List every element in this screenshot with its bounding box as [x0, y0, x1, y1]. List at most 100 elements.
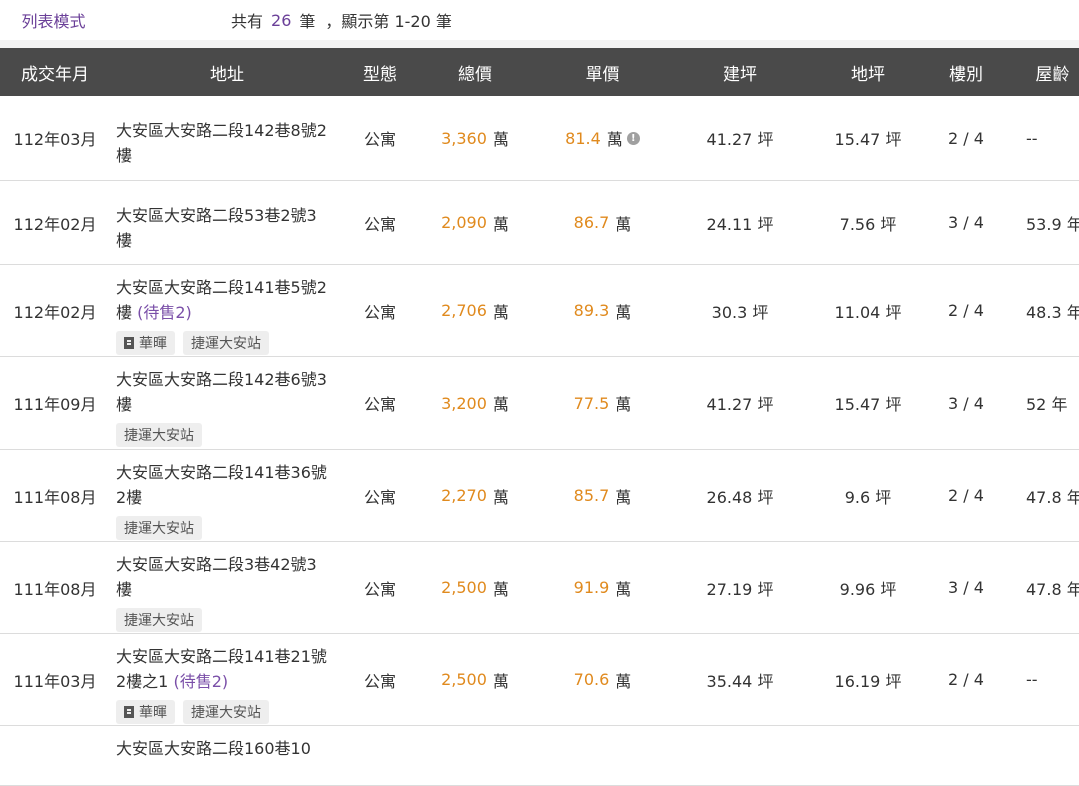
col-type[interactable]: 型態: [350, 48, 410, 96]
table-row[interactable]: 112年02月 大安區大安路二段141巷5號2樓 (待售2) 華暉 捷運大安站 公寓 2,…: [0, 265, 1079, 357]
address-text[interactable]: 大安區大安路二段141巷36號2樓: [116, 460, 328, 510]
col-total-price[interactable]: 總價: [430, 48, 520, 96]
address-link[interactable]: 大安區大安路二段3巷42號3樓: [116, 555, 317, 599]
table-row[interactable]: 大安區大安路二段160巷10: [0, 726, 1079, 786]
total-count: 26: [271, 10, 292, 30]
cell-date: 112年02月: [13, 214, 97, 234]
col-land-area[interactable]: 地坪: [818, 48, 918, 96]
cell-total-price: [430, 726, 520, 785]
cell-type: 公寓: [363, 579, 396, 599]
cell-unit-price: 86.7 萬: [555, 181, 650, 264]
tag-mrt-station[interactable]: 捷運大安站: [183, 331, 269, 355]
cell-total-price: 3,200 萬: [430, 357, 520, 449]
cell-age: 47.8 年: [1026, 579, 1079, 599]
summary-unit: 筆: [299, 12, 316, 31]
cell-unit-price: 91.9 萬: [555, 542, 650, 633]
total-price-unit: 萬: [492, 579, 509, 599]
cell-total-price: 3,360 萬: [430, 96, 520, 180]
cell-total-price: 2,500 萬: [430, 634, 520, 725]
tag-mrt-station[interactable]: 捷運大安站: [183, 700, 269, 724]
tag-label: 華暉: [139, 705, 167, 721]
unit-price-unit: 萬: [615, 671, 632, 691]
tag-mrt-station[interactable]: 捷運大安站: [116, 516, 202, 540]
tag-label: 華暉: [139, 336, 167, 352]
cell-age: 53.9 年: [1026, 214, 1079, 234]
unit-price-value: 89.3: [573, 301, 610, 320]
col-date[interactable]: 成交年月: [0, 48, 110, 96]
table-row[interactable]: 112年03月 大安區大安路二段142巷8號2樓 公寓 3,360 萬 81.4 萬! 41.…: [0, 96, 1079, 181]
cell-total-price: 2,090 萬: [430, 181, 520, 264]
tag-building[interactable]: 華暉: [116, 331, 175, 355]
table-row[interactable]: 111年08月 大安區大安路二段141巷36號2樓 捷運大安站 公寓 2,270 萬 85.…: [0, 450, 1079, 542]
address-link[interactable]: 大安區大安路二段53巷2號3樓: [116, 206, 317, 250]
cell-date: [0, 726, 110, 785]
unit-price-unit: 萬: [615, 214, 632, 234]
cell-floor: 2 / 4: [948, 486, 984, 505]
unit-price-unit: 萬: [615, 579, 632, 599]
cell-building-area: 35.44 坪: [706, 671, 774, 691]
info-icon[interactable]: !: [626, 131, 640, 145]
cell-total-price: 2,706 萬: [430, 265, 520, 356]
cell-unit-price: [555, 726, 650, 785]
cell-land-area: 11.04 坪: [834, 302, 902, 322]
total-price-unit: 萬: [492, 130, 509, 149]
address-text[interactable]: 大安區大安路二段53巷2號3樓: [116, 203, 328, 253]
table-row[interactable]: 111年03月 大安區大安路二段141巷21號2樓之1 (待售2) 華暉 捷運大安站 公…: [0, 634, 1079, 726]
address-text[interactable]: 大安區大安路二段142巷8號2樓: [116, 118, 328, 168]
table-row[interactable]: 111年08月 大安區大安路二段3巷42號3樓 捷運大安站 公寓 2,500 萬 91.9 萬…: [0, 542, 1079, 634]
cell-age: 47.8 年: [1026, 487, 1079, 507]
total-price-value: 2,500: [441, 578, 487, 597]
tag-mrt-station[interactable]: 捷運大安站: [116, 608, 202, 632]
tag-label: 捷運大安站: [124, 613, 194, 629]
table-row[interactable]: 111年09月 大安區大安路二段142巷6號3樓 捷運大安站 公寓 3,200 萬 77.5…: [0, 357, 1079, 450]
unit-price-unit: 萬: [615, 487, 632, 507]
col-address[interactable]: 地址: [116, 48, 338, 96]
pending-sale-link[interactable]: (待售2): [137, 303, 192, 322]
col-floor[interactable]: 樓別: [935, 48, 997, 96]
cell-land-area: 7.56 坪: [839, 214, 897, 234]
address-text[interactable]: 大安區大安路二段141巷5號2樓 (待售2): [116, 275, 328, 325]
cell-floor: 3 / 4: [948, 393, 984, 413]
col-age[interactable]: 屋齡: [1020, 48, 1079, 96]
tag-building[interactable]: 華暉: [116, 700, 175, 724]
cell-floor: 2 / 4: [948, 128, 984, 148]
address-link[interactable]: 大安區大安路二段142巷6號3樓: [116, 370, 327, 414]
cell-total-price: 2,500 萬: [430, 542, 520, 633]
col-unit-price[interactable]: 單價: [555, 48, 650, 96]
cell-age: 52 年: [1026, 395, 1068, 414]
cell-age: --: [1026, 128, 1038, 148]
cell-land-area: [818, 726, 918, 785]
tag-label: 捷運大安站: [191, 336, 261, 352]
cell-unit-price: 70.6 萬: [555, 634, 650, 725]
cell-date: 111年03月: [13, 671, 97, 691]
cell-building-area: 24.11 坪: [706, 214, 774, 234]
address-text[interactable]: 大安區大安路二段141巷21號2樓之1 (待售2): [116, 644, 328, 694]
address-link[interactable]: 大安區大安路二段142巷8號2樓: [116, 121, 327, 165]
tag-mrt-station[interactable]: 捷運大安站: [116, 423, 202, 447]
cell-type: 公寓: [363, 302, 396, 322]
cell-land-area: 15.47 坪: [834, 395, 902, 414]
unit-price-value: 77.5: [573, 393, 610, 413]
total-price-value: 2,270: [441, 486, 487, 505]
cell-date: 111年08月: [13, 579, 97, 599]
tag-label: 捷運大安站: [124, 521, 194, 537]
cell-land-area: 9.6 坪: [844, 487, 892, 507]
cell-type: [350, 726, 410, 785]
cell-type: 公寓: [363, 214, 396, 234]
pending-sale-link[interactable]: (待售2): [173, 672, 228, 691]
tab-list-mode[interactable]: 列表模式: [0, 0, 107, 40]
col-building-area[interactable]: 建坪: [690, 48, 790, 96]
address-link[interactable]: 大安區大安路二段141巷36號2樓: [116, 463, 327, 507]
tag-list: 捷運大安站: [116, 423, 202, 447]
cell-unit-price: 81.4 萬!: [555, 96, 650, 180]
table-row[interactable]: 112年02月 大安區大安路二段53巷2號3樓 公寓 2,090 萬 86.7 萬 24.11…: [0, 181, 1079, 265]
cell-building-area: 30.3 坪: [711, 302, 769, 322]
cell-building-area: 26.48 坪: [706, 487, 774, 507]
building-icon: [124, 706, 134, 718]
cell-floor: 2 / 4: [948, 301, 984, 320]
total-price-value: 2,706: [441, 301, 487, 320]
cell-date: 112年02月: [13, 302, 97, 322]
address-text[interactable]: 大安區大安路二段142巷6號3樓: [116, 367, 328, 417]
cell-address: 大安區大安路二段141巷36號2樓捷運大安站: [116, 450, 331, 541]
address-text[interactable]: 大安區大安路二段3巷42號3樓: [116, 552, 328, 602]
